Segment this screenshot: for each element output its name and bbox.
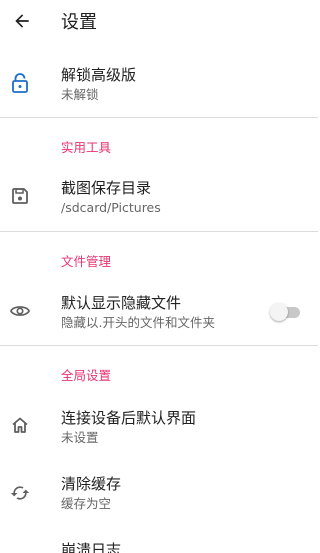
unlock-title: 解锁高级版 (61, 66, 137, 84)
floppy-disk-icon (10, 186, 30, 206)
eye-icon (10, 301, 30, 321)
clear-cache-item[interactable]: 清除缓存 缓存为空 (0, 466, 318, 522)
app-bar: 设置 (0, 0, 318, 48)
divider (0, 231, 318, 232)
show-hidden-files-subtitle: 隐藏以.开头的文件和文件夹 (61, 315, 215, 330)
clear-cache-subtitle: 缓存为空 (61, 496, 112, 511)
refresh-icon (10, 483, 30, 503)
default-ui-item[interactable]: 连接设备后默认界面 未设置 (0, 398, 318, 454)
section-header-files: 文件管理 (61, 254, 112, 269)
section-header-global: 全局设置 (61, 368, 112, 383)
screenshot-dir-title: 截图保存目录 (61, 179, 152, 197)
arrow-left-icon (12, 11, 32, 35)
page-title: 设置 (61, 12, 97, 33)
back-button[interactable] (8, 8, 36, 38)
default-ui-title: 连接设备后默认界面 (61, 409, 197, 427)
crash-log-title: 崩溃日志 (61, 541, 122, 553)
show-hidden-files-item[interactable]: 默认显示隐藏文件 隐藏以.开头的文件和文件夹 (0, 284, 318, 338)
divider (0, 117, 318, 118)
screenshot-dir-item[interactable]: 截图保存目录 /sdcard/Pictures (0, 170, 318, 222)
show-hidden-files-toggle[interactable] (270, 302, 302, 322)
default-ui-subtitle: 未设置 (61, 430, 99, 445)
crash-log-item[interactable]: 崩溃日志 (0, 534, 318, 553)
show-hidden-files-title: 默认显示隐藏文件 (61, 294, 182, 312)
divider (0, 345, 318, 346)
home-icon (10, 415, 30, 435)
toggle-thumb (270, 303, 288, 321)
section-header-tools: 实用工具 (61, 140, 112, 155)
unlock-subtitle: 未解锁 (61, 87, 99, 102)
clear-cache-title: 清除缓存 (61, 475, 122, 493)
unlock-premium-item[interactable]: 解锁高级版 未解锁 (0, 56, 318, 112)
screenshot-dir-path: /sdcard/Pictures (61, 200, 161, 215)
unlock-icon (10, 73, 30, 93)
